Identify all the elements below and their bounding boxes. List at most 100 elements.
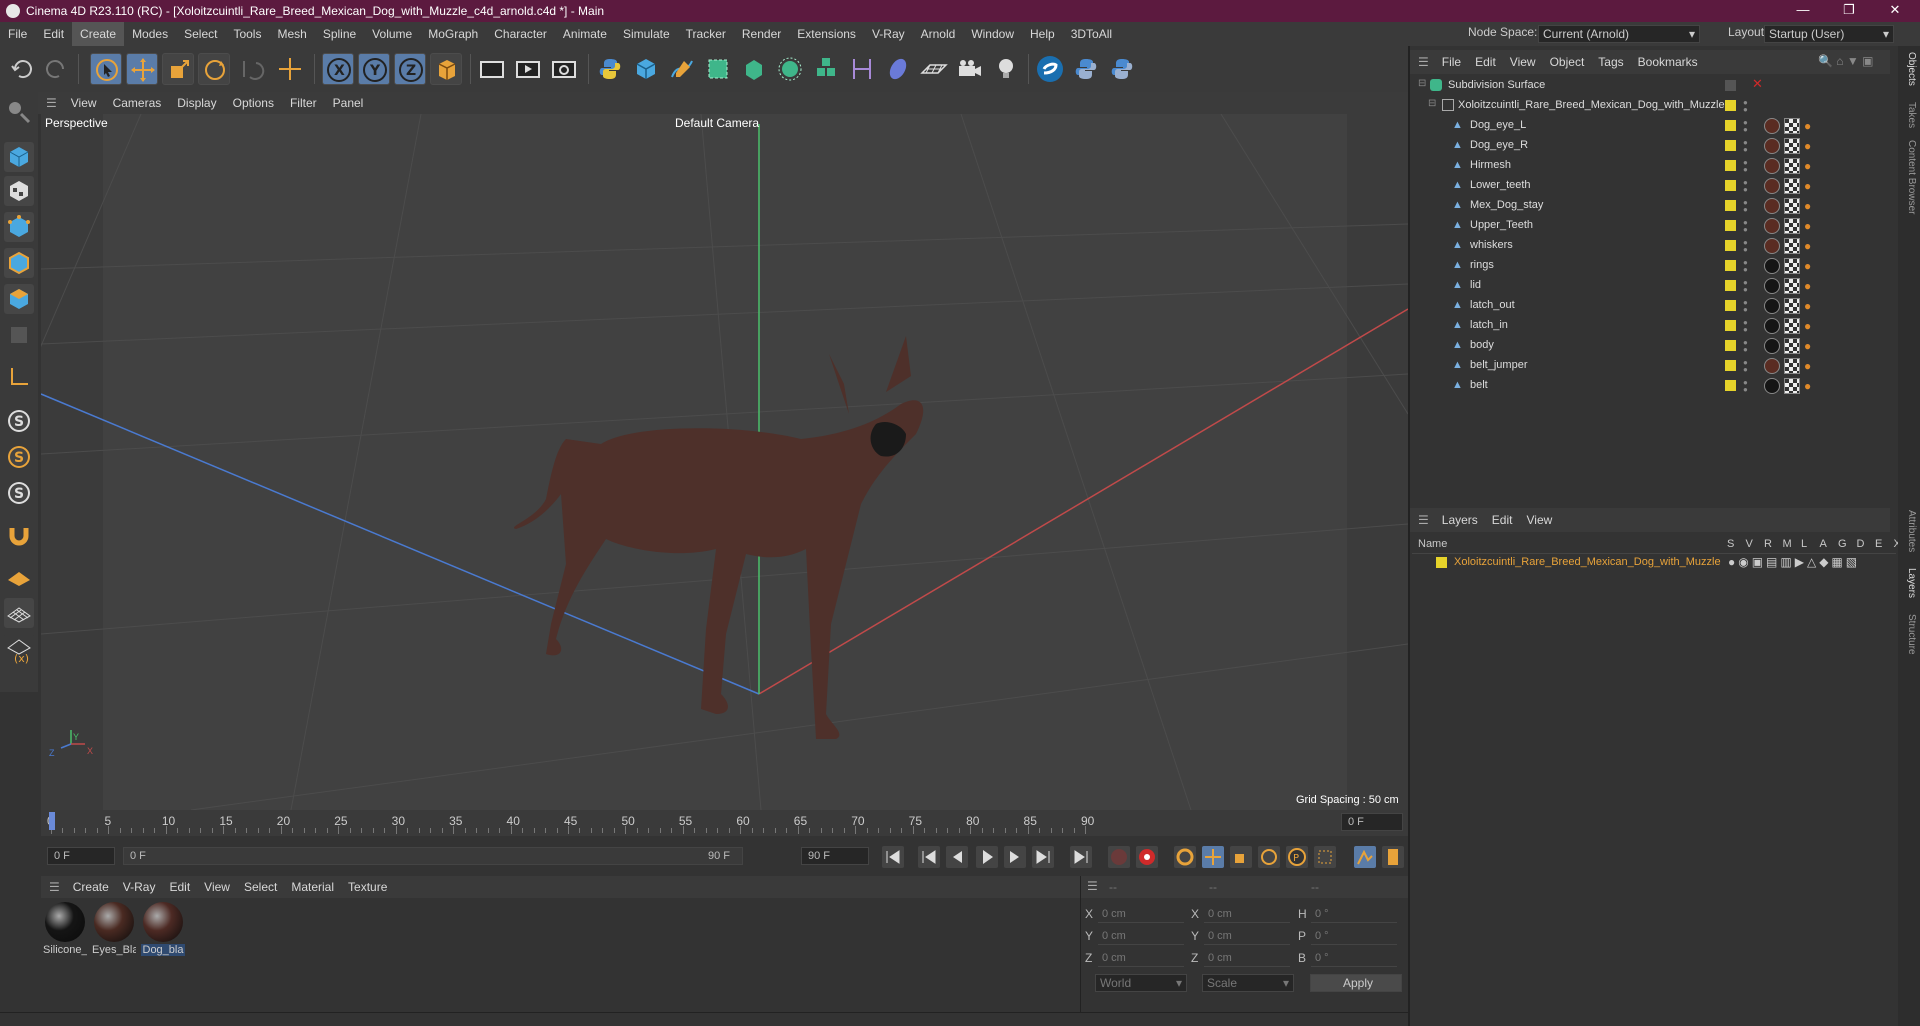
weight-tag-icon[interactable]: ●: [1804, 200, 1818, 214]
texture-tag-icon[interactable]: [1784, 318, 1800, 334]
texture-tag-icon[interactable]: [1784, 178, 1800, 194]
coord-value-field[interactable]: 0 cm: [1098, 927, 1184, 945]
coord-value-field[interactable]: 0 cm: [1204, 949, 1290, 967]
menu-mesh[interactable]: Mesh: [269, 22, 314, 46]
start-frame-field[interactable]: 0 F: [47, 847, 115, 865]
next-key-icon[interactable]: [1032, 846, 1054, 868]
material-menu-select[interactable]: Select: [237, 880, 284, 894]
material-tag-icon[interactable]: [1764, 158, 1780, 174]
mograph-icon[interactable]: [810, 53, 842, 85]
viewport-menu-options[interactable]: Options: [225, 96, 282, 110]
material-tag-icon[interactable]: [1764, 358, 1780, 374]
floor-icon[interactable]: [918, 53, 950, 85]
visibility-dots[interactable]: ● ●: [1743, 179, 1748, 194]
maximize-button[interactable]: ❐: [1826, 0, 1872, 22]
object-menu-view[interactable]: View: [1503, 55, 1543, 69]
menu-character[interactable]: Character: [486, 22, 555, 46]
visibility-dots[interactable]: ● ●: [1743, 339, 1748, 354]
layer-column-header[interactable]: A: [1820, 538, 1827, 550]
render-region-icon[interactable]: [476, 53, 508, 85]
menu-spline[interactable]: Spline: [315, 22, 364, 46]
tree-row-object[interactable]: ▲ Mex_Dog_stay ● ● ●: [1412, 196, 1892, 216]
menu-tracker[interactable]: Tracker: [678, 22, 734, 46]
layer-color-swatch[interactable]: [1725, 260, 1736, 271]
object-search-icons[interactable]: 🔍 ⌂ ▼ ▣: [1818, 54, 1896, 70]
texture-tag-icon[interactable]: [1784, 138, 1800, 154]
material-tag-icon[interactable]: [1764, 118, 1780, 134]
magnet-icon[interactable]: [4, 520, 34, 550]
texture-tag-icon[interactable]: [1784, 218, 1800, 234]
weight-tag-icon[interactable]: ●: [1804, 380, 1818, 394]
material-tag-icon[interactable]: [1764, 198, 1780, 214]
tree-row-object[interactable]: ▲ belt_jumper ● ● ●: [1412, 356, 1892, 376]
object-panel-menu-icon[interactable]: ☰: [1410, 55, 1435, 69]
layer-menu-view[interactable]: View: [1519, 513, 1559, 527]
weight-tag-icon[interactable]: ●: [1804, 280, 1818, 294]
weight-tag-icon[interactable]: ●: [1804, 160, 1818, 174]
undo-icon[interactable]: [6, 53, 38, 85]
tree-row-object[interactable]: ▲ Lower_teeth ● ● ●: [1412, 176, 1892, 196]
python-script-2-icon[interactable]: [1106, 53, 1138, 85]
texture-tag-icon[interactable]: [1784, 238, 1800, 254]
layer-color-swatch[interactable]: [1725, 100, 1736, 111]
cloner-icon[interactable]: [774, 53, 806, 85]
tree-row-object[interactable]: ▲ latch_in ● ● ●: [1412, 316, 1892, 336]
material-tag-icon[interactable]: [1764, 178, 1780, 194]
texture-tag-icon[interactable]: [1784, 338, 1800, 354]
light-icon[interactable]: [990, 53, 1022, 85]
visibility-dots[interactable]: ● ●: [1743, 239, 1748, 254]
menu-arnold[interactable]: Arnold: [913, 22, 964, 46]
material-tag-icon[interactable]: [1764, 318, 1780, 334]
object-menu-object[interactable]: Object: [1543, 55, 1592, 69]
snap-settings-icon[interactable]: S: [4, 442, 34, 472]
layer-column-header[interactable]: R: [1764, 538, 1772, 550]
render-view-icon[interactable]: [512, 53, 544, 85]
polygons-mode-icon[interactable]: [4, 284, 34, 314]
material-menu-v-ray[interactable]: V-Ray: [116, 880, 163, 894]
live-selection-icon[interactable]: [90, 53, 122, 85]
coord-value-field[interactable]: 0 °: [1311, 927, 1397, 945]
visibility-dots[interactable]: ● ●: [1743, 279, 1748, 294]
edit-toggle-icon[interactable]: [1725, 80, 1736, 91]
coord-value-field[interactable]: 0 cm: [1098, 949, 1184, 967]
material-menu-texture[interactable]: Texture: [341, 880, 394, 894]
material-panel-menu-icon[interactable]: ☰: [41, 880, 66, 894]
visibility-dots[interactable]: ● ●: [1743, 319, 1748, 334]
render-settings-icon[interactable]: [548, 53, 580, 85]
layer-color-swatch[interactable]: [1725, 280, 1736, 291]
menu-extensions[interactable]: Extensions: [789, 22, 864, 46]
coord-value-field[interactable]: 0 cm: [1204, 905, 1290, 923]
material-tag-icon[interactable]: [1764, 298, 1780, 314]
layer-color-swatch[interactable]: [1725, 360, 1736, 371]
texture-tag-icon[interactable]: [1784, 258, 1800, 274]
layer-color-swatch[interactable]: [1725, 320, 1736, 331]
texture-mode-icon[interactable]: [4, 176, 34, 206]
points-mode-icon[interactable]: [4, 212, 34, 242]
preview-range-slider[interactable]: 0 F 90 F: [123, 847, 743, 865]
visibility-dots[interactable]: ● ●: [1743, 99, 1748, 114]
layer-column-header[interactable]: M: [1783, 538, 1792, 550]
texture-tag-icon[interactable]: [1784, 298, 1800, 314]
visibility-dots[interactable]: ● ●: [1743, 299, 1748, 314]
material-tag-icon[interactable]: [1764, 338, 1780, 354]
weight-tag-icon[interactable]: ●: [1804, 240, 1818, 254]
y-axis-lock-icon[interactable]: Y: [358, 53, 390, 85]
python-icon[interactable]: [594, 53, 626, 85]
viewport-panel-menu-icon[interactable]: ☰: [38, 96, 63, 110]
tree-row-group[interactable]: ⊟ Xoloitzcuintli_Rare_Breed_Mexican_Dog_…: [1412, 96, 1892, 116]
layer-column-header[interactable]: L: [1801, 538, 1807, 550]
layer-color-swatch[interactable]: [1725, 200, 1736, 211]
menu-select[interactable]: Select: [176, 22, 225, 46]
material-tag-icon[interactable]: [1764, 218, 1780, 234]
layer-color-swatch[interactable]: [1725, 240, 1736, 251]
arnold-icon[interactable]: [1034, 53, 1066, 85]
texture-tag-icon[interactable]: [1784, 118, 1800, 134]
object-menu-bookmarks[interactable]: Bookmarks: [1631, 55, 1705, 69]
coord-value-field[interactable]: 0 cm: [1204, 927, 1290, 945]
scale-tool-icon[interactable]: [162, 53, 194, 85]
dope-sheet-icon[interactable]: [1382, 846, 1404, 868]
tree-row-object[interactable]: ▲ latch_out ● ● ●: [1412, 296, 1892, 316]
material-tag-icon[interactable]: [1764, 378, 1780, 394]
menu-edit[interactable]: Edit: [35, 22, 72, 46]
mode-toggle-icon[interactable]: [4, 96, 34, 126]
